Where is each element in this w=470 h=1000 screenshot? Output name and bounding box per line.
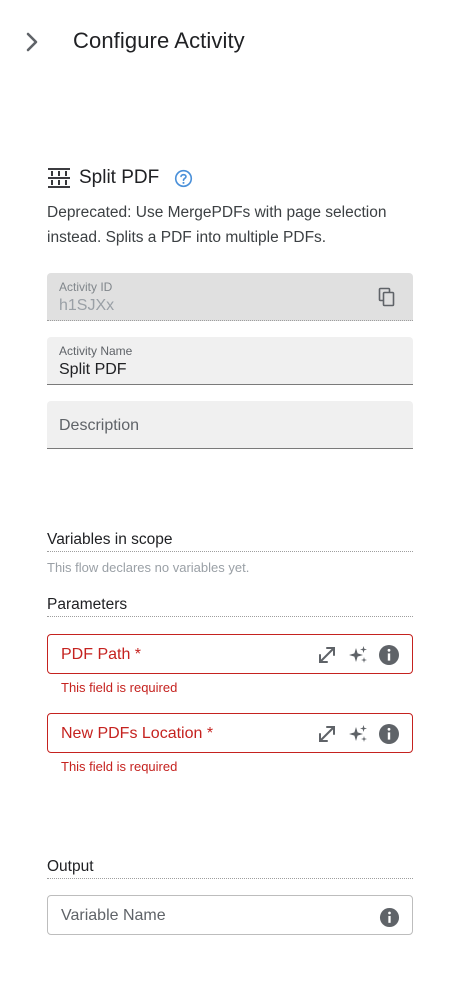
activity-id-value: h1SJXx	[59, 297, 115, 314]
expand-icon[interactable]	[316, 723, 338, 745]
pdf-path-field-icons	[316, 643, 400, 667]
sparkle-icon[interactable]	[347, 644, 369, 666]
activity-id-field: Activity ID h1SJXx	[47, 273, 413, 321]
page-title: Configure Activity	[73, 28, 245, 53]
expand-icon[interactable]	[316, 644, 338, 666]
variables-heading: Variables in scope	[47, 531, 413, 552]
info-icon[interactable]	[378, 723, 400, 745]
activity-name-value: Split PDF	[59, 361, 127, 378]
activity-name-label: Activity Name	[59, 344, 133, 358]
info-icon[interactable]	[378, 644, 400, 666]
new-pdfs-location-field[interactable]: New PDFs Location *	[47, 713, 413, 753]
sparkle-icon[interactable]	[347, 723, 369, 745]
new-pdfs-location-error: This field is required	[61, 759, 178, 774]
chevron-right-icon[interactable]	[22, 29, 44, 55]
parameters-heading: Parameters	[47, 596, 413, 617]
help-circle-icon[interactable]	[174, 169, 193, 188]
variables-empty-text: This flow declares no variables yet.	[47, 560, 250, 575]
activity-name-field[interactable]: Activity Name Split PDF	[47, 337, 413, 385]
copy-icon[interactable]	[377, 287, 397, 307]
new-pdfs-location-label: New PDFs Location *	[61, 725, 214, 742]
info-icon[interactable]	[379, 907, 400, 928]
new-pdfs-location-field-icons	[316, 722, 400, 746]
panel-header: Configure Activity	[0, 0, 470, 84]
description-placeholder: Description	[59, 417, 140, 434]
activity-title: Split PDF	[79, 167, 160, 188]
pdf-path-error: This field is required	[61, 680, 178, 695]
variable-name-placeholder: Variable Name	[61, 907, 166, 924]
pdf-path-field[interactable]: PDF Path *	[47, 634, 413, 674]
output-variable-name-field[interactable]: Variable Name	[47, 895, 413, 935]
pdf-path-label: PDF Path *	[61, 646, 142, 663]
output-heading: Output	[47, 858, 413, 879]
activity-id-label: Activity ID	[59, 280, 113, 294]
activity-header: Split PDF	[47, 164, 427, 194]
description-field[interactable]: Description	[47, 401, 413, 449]
split-pdf-icon	[48, 168, 70, 188]
activity-description: Deprecated: Use MergePDFs with page sele…	[47, 204, 387, 246]
